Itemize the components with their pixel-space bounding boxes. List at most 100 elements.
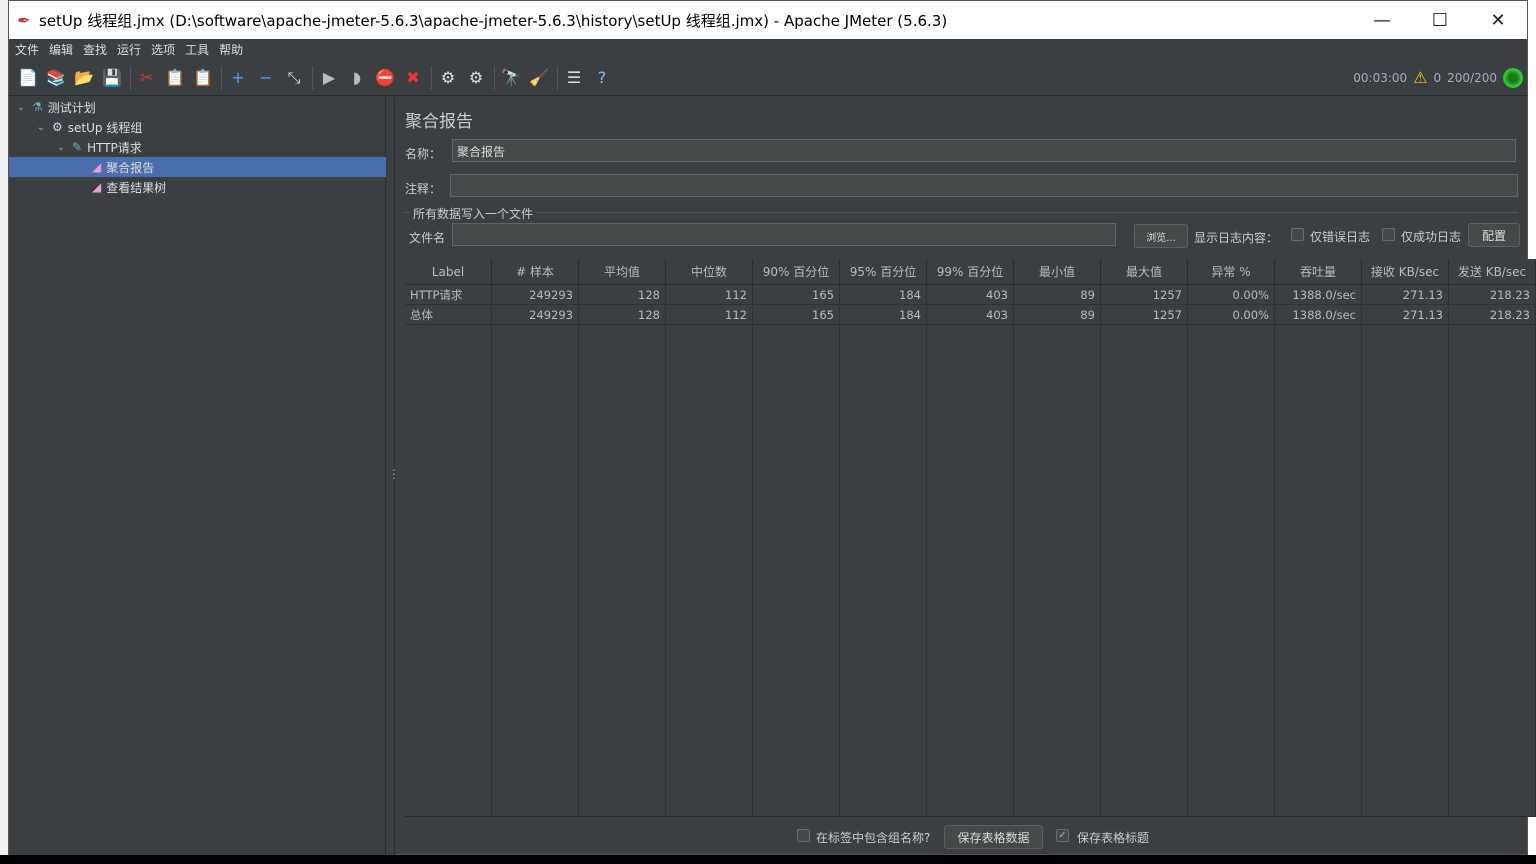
column-header[interactable]: 99% 百分位 (927, 259, 1014, 285)
column-header[interactable]: 平均值 (579, 259, 666, 285)
start-button[interactable]: ▶ (316, 65, 342, 91)
table-cell[interactable]: HTTP请求 (405, 285, 492, 305)
errors-only-checkbox[interactable] (1291, 228, 1304, 241)
save-button[interactable]: 💾 (99, 65, 125, 91)
menu-0[interactable]: 文件 (15, 41, 39, 58)
table-cell[interactable]: 112 (666, 305, 753, 325)
column-header[interactable]: 90% 百分位 (753, 259, 840, 285)
column-header[interactable]: 异常 % (1188, 259, 1275, 285)
function-helper-button[interactable]: ☰ (561, 65, 587, 91)
copy-button[interactable]: 📋 (162, 65, 188, 91)
help-button[interactable]: ? (589, 65, 615, 91)
tree-node[interactable]: ⌄ ✎ HTTP请求 (55, 137, 142, 157)
table-cell[interactable]: 总体 (405, 305, 492, 325)
menu-4[interactable]: 选项 (151, 41, 175, 58)
save-header-checkbox[interactable]: ✓ (1056, 829, 1069, 842)
tree-node[interactable]: ⌄ ⚗ 测试计划 (15, 97, 96, 117)
table-cell[interactable]: 1257 (1101, 285, 1188, 305)
menu-2[interactable]: 查找 (83, 41, 107, 58)
table-cell[interactable]: 249293 (492, 285, 579, 305)
tree-node[interactable]: ◢ 查看结果树 (75, 177, 166, 197)
splitter-handle[interactable]: ⋮ (387, 97, 400, 855)
stop-button[interactable]: ⛔ (372, 65, 398, 91)
minimize-button[interactable]: — (1353, 10, 1411, 31)
save-table-data-button[interactable]: 保存表格数据 (944, 825, 1043, 849)
open-button[interactable]: 📂 (71, 65, 97, 91)
stop-icon: ⛔ (375, 68, 395, 87)
table-cell[interactable]: 0.00% (1188, 285, 1275, 305)
clear-all-button[interactable]: ⚙ (463, 65, 489, 91)
expand-toggle-icon[interactable]: ⌄ (15, 102, 27, 113)
name-input[interactable]: 聚合报告 (452, 139, 1516, 162)
log-content-label: 显示日志内容： (1194, 231, 1279, 245)
table-cell[interactable]: 128 (579, 305, 666, 325)
table-cell[interactable]: 89 (1014, 305, 1101, 325)
menu-5[interactable]: 工具 (185, 41, 209, 58)
column-header[interactable]: Label (405, 259, 492, 285)
function-helper-icon: ☰ (566, 68, 582, 87)
table-cell[interactable]: 184 (840, 285, 927, 305)
column-divider (491, 285, 492, 816)
aggregate-report-panel: 聚合报告 名称： 聚合报告 注释： 所有数据写入一个文件 文件名 浏览... 显… (396, 97, 1536, 855)
menu-1[interactable]: 编辑 (49, 41, 73, 58)
table-cell[interactable]: 249293 (492, 305, 579, 325)
table-cell[interactable]: 184 (840, 305, 927, 325)
results-table: Label HTTP请求 总体 # 样本 249293 249293 平均值 128 128 中位… (405, 259, 1536, 816)
shutdown-button[interactable]: ✖ (400, 65, 426, 91)
new-button[interactable]: 📄 (15, 65, 41, 91)
search-icon: 🔭 (501, 68, 521, 87)
table-cell[interactable]: 218.23 (1449, 285, 1536, 305)
column-header[interactable]: 中位数 (666, 259, 753, 285)
start-no-pauses-button[interactable]: ◗ (344, 65, 370, 91)
reset-search-button[interactable]: 🧹 (526, 65, 552, 91)
expand-toggle-icon[interactable]: ⌄ (55, 142, 67, 153)
collapse-button[interactable]: − (253, 65, 279, 91)
templates-button[interactable]: 📚 (43, 65, 69, 91)
toggle-button[interactable]: ⤡ (281, 65, 307, 91)
table-cell[interactable]: 1388.0/sec (1275, 305, 1362, 325)
warning-icon[interactable]: ⚠ (1413, 68, 1427, 87)
comment-input[interactable] (450, 174, 1518, 197)
table-cell[interactable]: 1257 (1101, 305, 1188, 325)
column-divider (752, 285, 753, 816)
search-button[interactable]: 🔭 (498, 65, 524, 91)
menu-6[interactable]: 帮助 (219, 41, 243, 58)
tree-node[interactable]: ◢ 聚合报告 (9, 157, 386, 177)
paste-button[interactable]: 📋 (190, 65, 216, 91)
expand-toggle-icon[interactable]: ⌄ (35, 122, 47, 133)
filename-input[interactable] (452, 223, 1116, 246)
table-cell[interactable]: 403 (927, 305, 1014, 325)
clear-icon: ⚙ (440, 68, 456, 87)
table-cell[interactable]: 1388.0/sec (1275, 285, 1362, 305)
table-cell[interactable]: 271.13 (1362, 305, 1449, 325)
table-cell[interactable]: 0.00% (1188, 305, 1275, 325)
clear-button[interactable]: ⚙ (435, 65, 461, 91)
column-header[interactable]: 接收 KB/sec (1362, 259, 1449, 285)
thread-count: 200/200 (1447, 70, 1497, 85)
column-header[interactable]: 最大值 (1101, 259, 1188, 285)
column-header[interactable]: 95% 百分位 (840, 259, 927, 285)
table-cell[interactable]: 403 (927, 285, 1014, 305)
expand-button[interactable]: + (225, 65, 251, 91)
table-cell[interactable]: 165 (753, 305, 840, 325)
menu-3[interactable]: 运行 (117, 41, 141, 58)
column-header[interactable]: 最小值 (1014, 259, 1101, 285)
include-group-checkbox[interactable] (797, 829, 810, 842)
cut-button[interactable]: ✂ (134, 65, 160, 91)
column-header[interactable]: 吞吐量 (1275, 259, 1362, 285)
table-cell[interactable]: 218.23 (1449, 305, 1536, 325)
browse-button[interactable]: 浏览... (1134, 224, 1188, 248)
table-cell[interactable]: 271.13 (1362, 285, 1449, 305)
close-button[interactable]: ✕ (1469, 10, 1527, 31)
column-header[interactable]: 发送 KB/sec (1449, 259, 1536, 285)
table-cell[interactable]: 165 (753, 285, 840, 305)
column-header[interactable]: # 样本 (492, 259, 579, 285)
maximize-button[interactable]: ☐ (1411, 10, 1469, 31)
table-cell[interactable]: 89 (1014, 285, 1101, 305)
table-cell[interactable]: 112 (666, 285, 753, 305)
table-cell[interactable]: 128 (579, 285, 666, 305)
success-only-checkbox[interactable] (1382, 228, 1395, 241)
configure-button[interactable]: 配置 (1468, 223, 1520, 247)
report-icon: ◢ (92, 180, 102, 194)
tree-node[interactable]: ⌄ ⚙ setUp 线程组 (35, 117, 143, 137)
